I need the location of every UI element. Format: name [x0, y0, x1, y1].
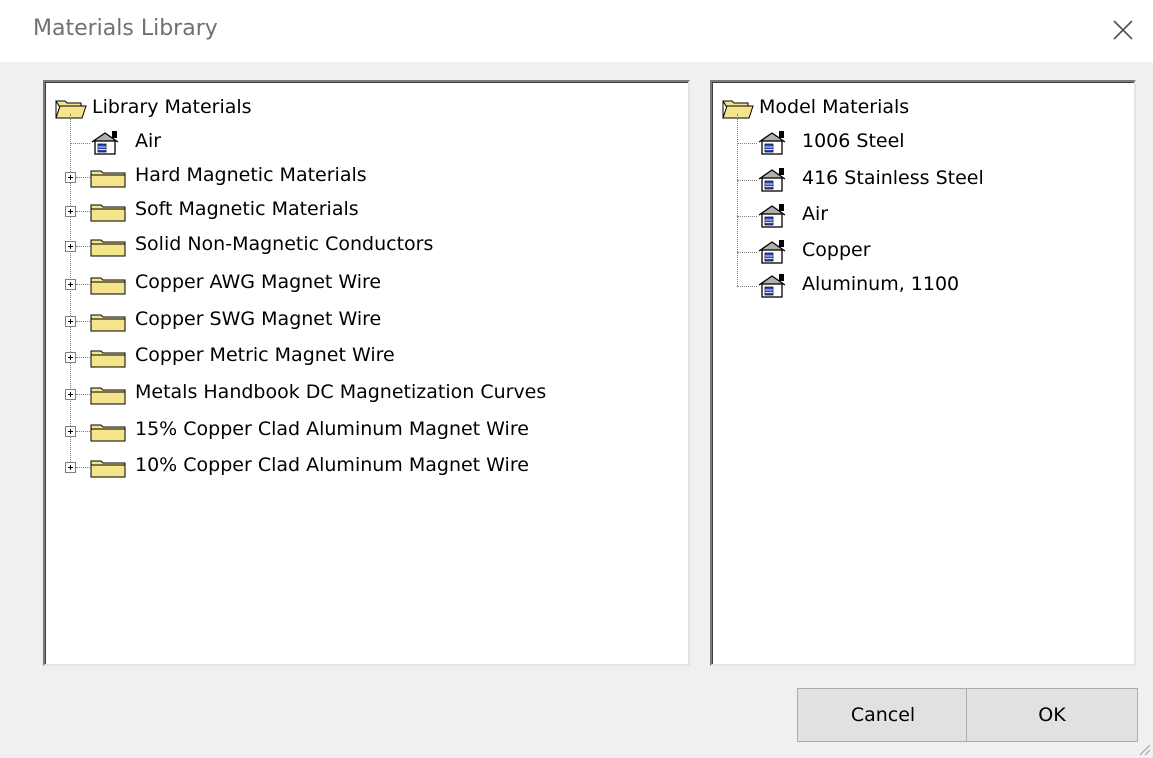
- tree-root-library[interactable]: Library Materials: [45, 90, 688, 126]
- tree-item-label: Copper AWG Magnet Wire: [135, 271, 382, 293]
- folder-icon: [90, 424, 126, 442]
- tree-folder-10-cca[interactable]: 10% Copper Clad Aluminum Magnet Wire: [45, 448, 688, 484]
- tree-item-label: 10% Copper Clad Aluminum Magnet Wire: [135, 454, 529, 476]
- cancel-button[interactable]: Cancel: [797, 688, 969, 742]
- tree-branch: [70, 143, 90, 144]
- folder-icon: [90, 387, 126, 405]
- plus-expander-icon[interactable]: [65, 316, 76, 327]
- tree-item-label: Soft Magnetic Materials: [135, 198, 359, 220]
- tree-folder-hard-magnetic[interactable]: Hard Magnetic Materials: [45, 158, 688, 194]
- tree-branch: [737, 180, 757, 181]
- tree-branch: [737, 143, 757, 144]
- tree-item-label: 15% Copper Clad Aluminum Magnet Wire: [135, 418, 529, 440]
- folder-icon: [90, 239, 126, 257]
- tree-branch: [76, 177, 90, 178]
- tree-item-air[interactable]: Air: [45, 124, 688, 160]
- tree-root-label: Model Materials: [759, 96, 910, 118]
- material-icon: [758, 131, 786, 155]
- model-item-1006-steel[interactable]: 1006 Steel: [712, 124, 1134, 160]
- tree-root-label: Library Materials: [92, 96, 252, 118]
- tree-branch: [737, 216, 757, 217]
- tree-item-label: Copper SWG Magnet Wire: [135, 308, 382, 330]
- tree-folder-soft-magnetic[interactable]: Soft Magnetic Materials: [45, 192, 688, 228]
- tree-item-label: Hard Magnetic Materials: [135, 164, 367, 186]
- model-item-416-stainless[interactable]: 416 Stainless Steel: [712, 161, 1134, 197]
- tree-item-label: Copper Metric Magnet Wire: [135, 344, 395, 366]
- folder-icon: [90, 314, 126, 332]
- library-materials-tree[interactable]: Library Materials Air Hard Magnetic Mate…: [43, 80, 690, 666]
- tree-branch: [76, 284, 90, 285]
- tree-item-label: 416 Stainless Steel: [802, 167, 984, 189]
- open-folder-icon: [722, 100, 754, 119]
- material-icon: [758, 274, 786, 298]
- tree-branch: [76, 246, 90, 247]
- model-materials-tree[interactable]: Model Materials 1006 Steel 416 Stainless…: [710, 80, 1136, 666]
- tree-item-label: Aluminum, 1100: [802, 273, 960, 295]
- tree-item-label: Metals Handbook DC Magnetization Curves: [135, 381, 547, 403]
- tree-item-label: Air: [802, 203, 829, 225]
- title-bar: Materials Library: [0, 0, 1153, 62]
- tree-branch: [737, 252, 757, 253]
- tree-item-label: Air: [135, 130, 162, 152]
- resize-grip-icon[interactable]: [1137, 742, 1151, 756]
- tree-item-label: 1006 Steel: [802, 130, 905, 152]
- plus-expander-icon[interactable]: [65, 279, 76, 290]
- tree-folder-15-cca[interactable]: 15% Copper Clad Aluminum Magnet Wire: [45, 412, 688, 448]
- tree-folder-solid-non-magnetic[interactable]: Solid Non-Magnetic Conductors: [45, 227, 688, 263]
- tree-folder-copper-swg[interactable]: Copper SWG Magnet Wire: [45, 302, 688, 338]
- tree-branch: [76, 211, 90, 212]
- material-icon: [758, 168, 786, 192]
- tree-item-label: Copper: [802, 239, 871, 261]
- material-icon: [758, 240, 786, 264]
- tree-branch: [76, 431, 90, 432]
- plus-expander-icon[interactable]: [65, 352, 76, 363]
- material-icon: [91, 131, 119, 155]
- tree-folder-metals-handbook[interactable]: Metals Handbook DC Magnetization Curves: [45, 375, 688, 411]
- model-item-aluminum-1100[interactable]: Aluminum, 1100: [712, 267, 1134, 303]
- plus-expander-icon[interactable]: [65, 241, 76, 252]
- folder-icon: [90, 460, 126, 478]
- tree-branch: [76, 321, 90, 322]
- ok-button[interactable]: OK: [966, 688, 1138, 742]
- model-item-air[interactable]: Air: [712, 197, 1134, 233]
- close-icon: [1113, 20, 1133, 40]
- plus-expander-icon[interactable]: [65, 389, 76, 400]
- folder-icon: [90, 170, 126, 188]
- tree-root-model[interactable]: Model Materials: [712, 90, 1134, 126]
- plus-expander-icon[interactable]: [65, 172, 76, 183]
- plus-expander-icon[interactable]: [65, 426, 76, 437]
- model-item-copper[interactable]: Copper: [712, 233, 1134, 269]
- tree-folder-copper-metric[interactable]: Copper Metric Magnet Wire: [45, 338, 688, 374]
- close-button[interactable]: [1093, 0, 1153, 62]
- window-title: Materials Library: [33, 16, 218, 41]
- tree-branch: [76, 467, 90, 468]
- tree-branch: [76, 357, 90, 358]
- open-folder-icon: [55, 100, 87, 119]
- folder-icon: [90, 350, 126, 368]
- tree-folder-copper-awg[interactable]: Copper AWG Magnet Wire: [45, 265, 688, 301]
- folder-icon: [90, 277, 126, 295]
- tree-item-label: Solid Non-Magnetic Conductors: [135, 233, 434, 255]
- plus-expander-icon[interactable]: [65, 206, 76, 217]
- tree-branch: [737, 286, 757, 287]
- folder-icon: [90, 204, 126, 222]
- material-icon: [758, 204, 786, 228]
- plus-expander-icon[interactable]: [65, 462, 76, 473]
- tree-branch: [76, 394, 90, 395]
